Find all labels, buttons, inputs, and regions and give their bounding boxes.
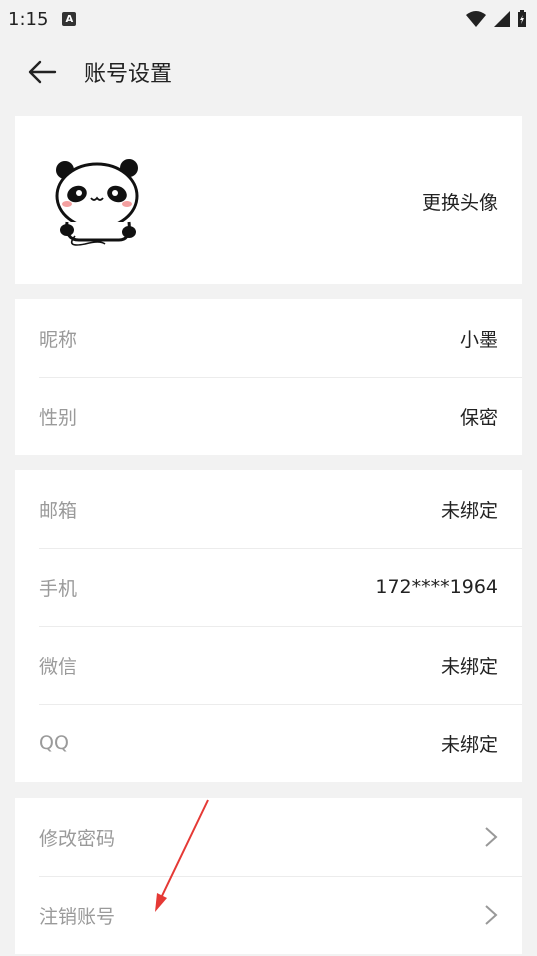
- phone-row[interactable]: 手机 172****1964: [15, 548, 522, 626]
- phone-label: 手机: [39, 577, 78, 600]
- page-title: 账号设置: [84, 62, 173, 87]
- delete-account-row[interactable]: 注销账号: [15, 876, 522, 954]
- change-password-row[interactable]: 修改密码: [15, 798, 522, 876]
- change-avatar-label: 更换头像: [421, 192, 498, 214]
- battery-icon: [518, 10, 526, 27]
- status-bar: 1:15 A: [0, 0, 537, 38]
- gender-row[interactable]: 性别 保密: [15, 377, 522, 455]
- wechat-value: 未绑定: [440, 655, 498, 678]
- chevron-right-icon: [485, 827, 498, 847]
- change-password-label: 修改密码: [39, 827, 116, 850]
- back-button[interactable]: [20, 50, 64, 94]
- gender-label: 性别: [39, 406, 78, 429]
- wechat-label: 微信: [39, 655, 78, 678]
- profile-group: 昵称 小墨 性别 保密: [15, 299, 522, 455]
- security-group: 修改密码 注销账号: [15, 798, 522, 954]
- notification-icon: A: [62, 12, 77, 26]
- avatar: [55, 159, 139, 246]
- bindings-group: 邮箱 未绑定 手机 172****1964 微信 未绑定 QQ 未绑定: [15, 470, 522, 782]
- qq-row[interactable]: QQ 未绑定: [15, 704, 522, 782]
- wechat-row[interactable]: 微信 未绑定: [15, 626, 522, 704]
- arrow-left-icon: [28, 60, 57, 84]
- chevron-right-icon: [485, 905, 498, 925]
- wifi-icon: [466, 11, 486, 27]
- email-value: 未绑定: [440, 499, 498, 522]
- nickname-label: 昵称: [39, 328, 78, 351]
- delete-account-label: 注销账号: [39, 905, 116, 928]
- gender-value: 保密: [459, 406, 498, 429]
- email-row[interactable]: 邮箱 未绑定: [15, 470, 522, 548]
- qq-label: QQ: [39, 732, 69, 754]
- nickname-row[interactable]: 昵称 小墨: [15, 299, 522, 377]
- app-bar: 账号设置: [0, 44, 537, 100]
- avatar-row[interactable]: 更换头像: [15, 116, 522, 284]
- nickname-value: 小墨: [459, 328, 498, 351]
- phone-value: 172****1964: [375, 576, 498, 598]
- qq-value: 未绑定: [440, 733, 498, 756]
- cell-signal-icon: [494, 11, 510, 27]
- status-time: 1:15: [8, 8, 49, 30]
- email-label: 邮箱: [39, 499, 78, 522]
